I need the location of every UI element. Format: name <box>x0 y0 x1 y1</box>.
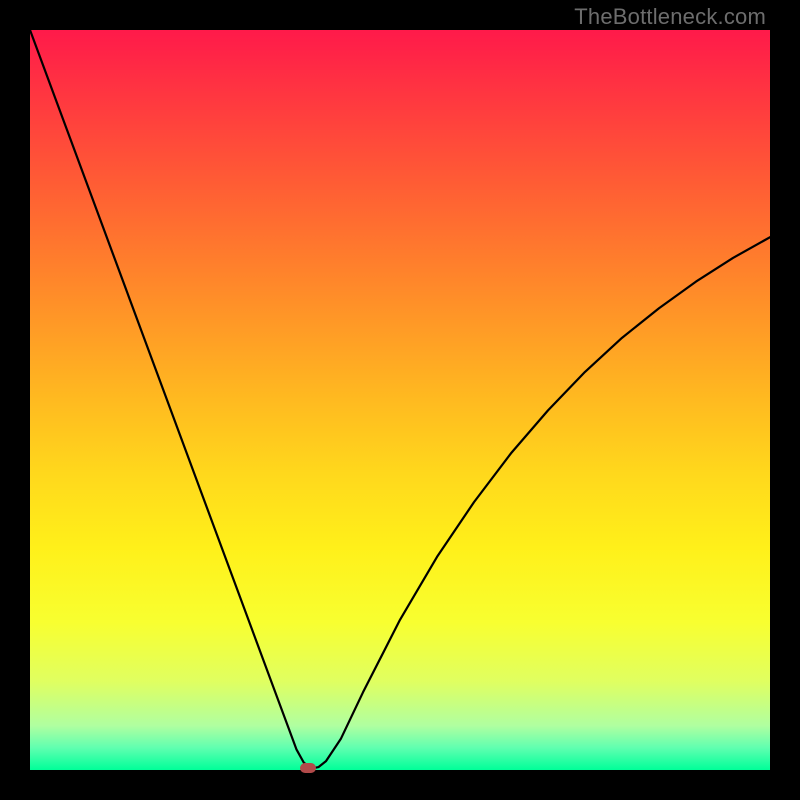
watermark-text: TheBottleneck.com <box>574 4 766 30</box>
chart-frame: TheBottleneck.com <box>0 0 800 800</box>
chart-curve <box>30 30 770 770</box>
minimum-marker <box>300 763 316 773</box>
plot-area <box>30 30 770 770</box>
